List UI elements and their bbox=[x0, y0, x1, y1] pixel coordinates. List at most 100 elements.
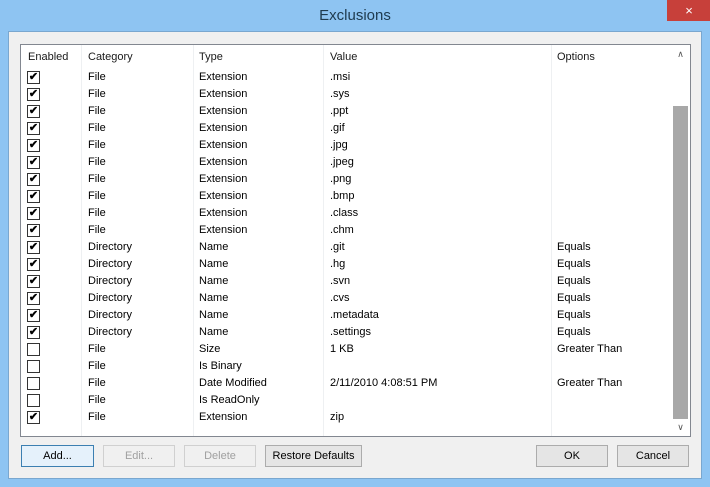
value-cell: 2/11/2010 4:08:51 PM bbox=[330, 377, 438, 389]
close-icon[interactable]: × bbox=[667, 0, 710, 21]
table-row[interactable]: ✔ Directory Name .git Equals bbox=[21, 239, 671, 256]
type-cell: Name bbox=[199, 275, 229, 287]
table-row[interactable]: File Date Modified 2/11/2010 4:08:51 PM Gre… bbox=[21, 375, 671, 392]
type-cell: Is ReadOnly bbox=[199, 394, 260, 406]
value-cell: .git bbox=[330, 241, 345, 253]
type-cell: Extension bbox=[199, 156, 248, 168]
table-row[interactable]: File Size 1 KB Greater Than bbox=[21, 341, 671, 358]
enabled-checkbox[interactable]: ✔ bbox=[27, 122, 40, 135]
delete-button[interactable]: Delete bbox=[184, 445, 256, 467]
enabled-checkbox[interactable]: ✔ bbox=[27, 173, 40, 186]
category-cell: File bbox=[88, 394, 106, 406]
category-cell: Directory bbox=[88, 275, 133, 287]
cancel-button[interactable]: Cancel bbox=[617, 445, 689, 467]
value-cell: zip bbox=[330, 411, 345, 423]
edit-button[interactable]: Edit... bbox=[103, 445, 175, 467]
table-row[interactable]: ✔ Directory Name .svn Equals bbox=[21, 273, 671, 290]
checkmark-icon: ✔ bbox=[28, 292, 39, 304]
table-row[interactable]: ✔ Directory Name .metadata Equals bbox=[21, 307, 671, 324]
enabled-checkbox[interactable]: ✔ bbox=[27, 207, 40, 220]
enabled-checkbox[interactable]: ✔ bbox=[27, 224, 40, 237]
table-row[interactable]: ✔ File Extension .bmp bbox=[21, 188, 671, 205]
value-cell: .jpg bbox=[330, 139, 348, 151]
category-cell: File bbox=[88, 360, 106, 372]
checkmark-icon: ✔ bbox=[28, 411, 39, 423]
table-row[interactable]: ✔ File Extension .class bbox=[21, 205, 671, 222]
category-cell: File bbox=[88, 71, 106, 83]
table-row[interactable]: ✔ File Extension .gif bbox=[21, 120, 671, 137]
exclusions-list[interactable]: Enabled Category Type Value Options ✔ Fil… bbox=[20, 44, 691, 437]
column-header-type[interactable]: Type bbox=[199, 51, 223, 63]
scroll-down-icon[interactable]: ∨ bbox=[671, 422, 690, 433]
enabled-checkbox[interactable]: ✔ bbox=[27, 190, 40, 203]
table-row[interactable]: ✔ File Extension .jpeg bbox=[21, 154, 671, 171]
category-cell: File bbox=[88, 156, 106, 168]
options-cell: Greater Than bbox=[557, 343, 623, 355]
column-header-enabled[interactable]: Enabled bbox=[28, 51, 68, 63]
add-button[interactable]: Add... bbox=[21, 445, 94, 467]
category-cell: File bbox=[88, 105, 106, 117]
title-bar: Exclusions × bbox=[0, 0, 710, 32]
ok-button[interactable]: OK bbox=[536, 445, 608, 467]
column-header-value[interactable]: Value bbox=[330, 51, 357, 63]
type-cell: Name bbox=[199, 292, 229, 304]
value-cell: .svn bbox=[330, 275, 351, 287]
type-cell: Extension bbox=[199, 139, 248, 151]
table-row[interactable]: ✔ File Extension .png bbox=[21, 171, 671, 188]
column-header-category[interactable]: Category bbox=[88, 51, 133, 63]
table-row[interactable]: ✔ File Extension .msi bbox=[21, 69, 671, 86]
enabled-checkbox[interactable]: ✔ bbox=[27, 71, 40, 84]
table-row[interactable]: ✔ File Extension zip bbox=[21, 409, 671, 426]
value-cell: .cvs bbox=[330, 292, 350, 304]
enabled-checkbox[interactable]: ✔ bbox=[27, 88, 40, 101]
category-cell: File bbox=[88, 88, 106, 100]
enabled-checkbox[interactable]: ✔ bbox=[27, 139, 40, 152]
table-row[interactable]: ✔ Directory Name .hg Equals bbox=[21, 256, 671, 273]
value-cell: 1 KB bbox=[330, 343, 354, 355]
table-row[interactable]: ✔ Directory Name .settings Equals bbox=[21, 324, 671, 341]
type-cell: Extension bbox=[199, 122, 248, 134]
table-row[interactable]: ✔ File Extension .ppt bbox=[21, 103, 671, 120]
value-cell: .metadata bbox=[330, 309, 379, 321]
type-cell: Extension bbox=[199, 88, 248, 100]
checkmark-icon: ✔ bbox=[28, 156, 39, 168]
checkmark-icon: ✔ bbox=[28, 241, 39, 253]
checkmark-icon: ✔ bbox=[28, 173, 39, 185]
vertical-scrollbar[interactable]: ∧ ∨ bbox=[671, 45, 690, 436]
category-cell: Directory bbox=[88, 241, 133, 253]
checkmark-icon: ✔ bbox=[28, 139, 39, 151]
enabled-checkbox[interactable] bbox=[27, 360, 40, 373]
scrollbar-thumb[interactable] bbox=[673, 106, 688, 419]
table-row[interactable]: ✔ Directory Name .cvs Equals bbox=[21, 290, 671, 307]
enabled-checkbox[interactable]: ✔ bbox=[27, 411, 40, 424]
restore-defaults-button[interactable]: Restore Defaults bbox=[265, 445, 362, 467]
enabled-checkbox[interactable]: ✔ bbox=[27, 326, 40, 339]
options-cell: Equals bbox=[557, 258, 591, 270]
table-row[interactable]: ✔ File Extension .jpg bbox=[21, 137, 671, 154]
enabled-checkbox[interactable] bbox=[27, 343, 40, 356]
enabled-checkbox[interactable]: ✔ bbox=[27, 241, 40, 254]
enabled-checkbox[interactable]: ✔ bbox=[27, 292, 40, 305]
table-row[interactable]: ✔ File Extension .chm bbox=[21, 222, 671, 239]
value-cell: .msi bbox=[330, 71, 351, 83]
options-cell: Equals bbox=[557, 309, 591, 321]
column-header-options[interactable]: Options bbox=[557, 51, 595, 63]
enabled-checkbox[interactable]: ✔ bbox=[27, 258, 40, 271]
table-row[interactable]: File Is Binary bbox=[21, 358, 671, 375]
type-cell: Name bbox=[199, 326, 229, 338]
options-cell: Equals bbox=[557, 241, 591, 253]
enabled-checkbox[interactable]: ✔ bbox=[27, 275, 40, 288]
category-cell: File bbox=[88, 139, 106, 151]
table-row[interactable]: ✔ File Extension .sys bbox=[21, 86, 671, 103]
type-cell: Extension bbox=[199, 207, 248, 219]
enabled-checkbox[interactable]: ✔ bbox=[27, 309, 40, 322]
enabled-checkbox[interactable] bbox=[27, 377, 40, 390]
category-cell: File bbox=[88, 343, 106, 355]
enabled-checkbox[interactable]: ✔ bbox=[27, 156, 40, 169]
type-cell: Extension bbox=[199, 105, 248, 117]
table-row[interactable]: File Is ReadOnly bbox=[21, 392, 671, 409]
scroll-up-icon[interactable]: ∧ bbox=[671, 49, 690, 60]
enabled-checkbox[interactable] bbox=[27, 394, 40, 407]
enabled-checkbox[interactable]: ✔ bbox=[27, 105, 40, 118]
options-cell: Equals bbox=[557, 326, 591, 338]
